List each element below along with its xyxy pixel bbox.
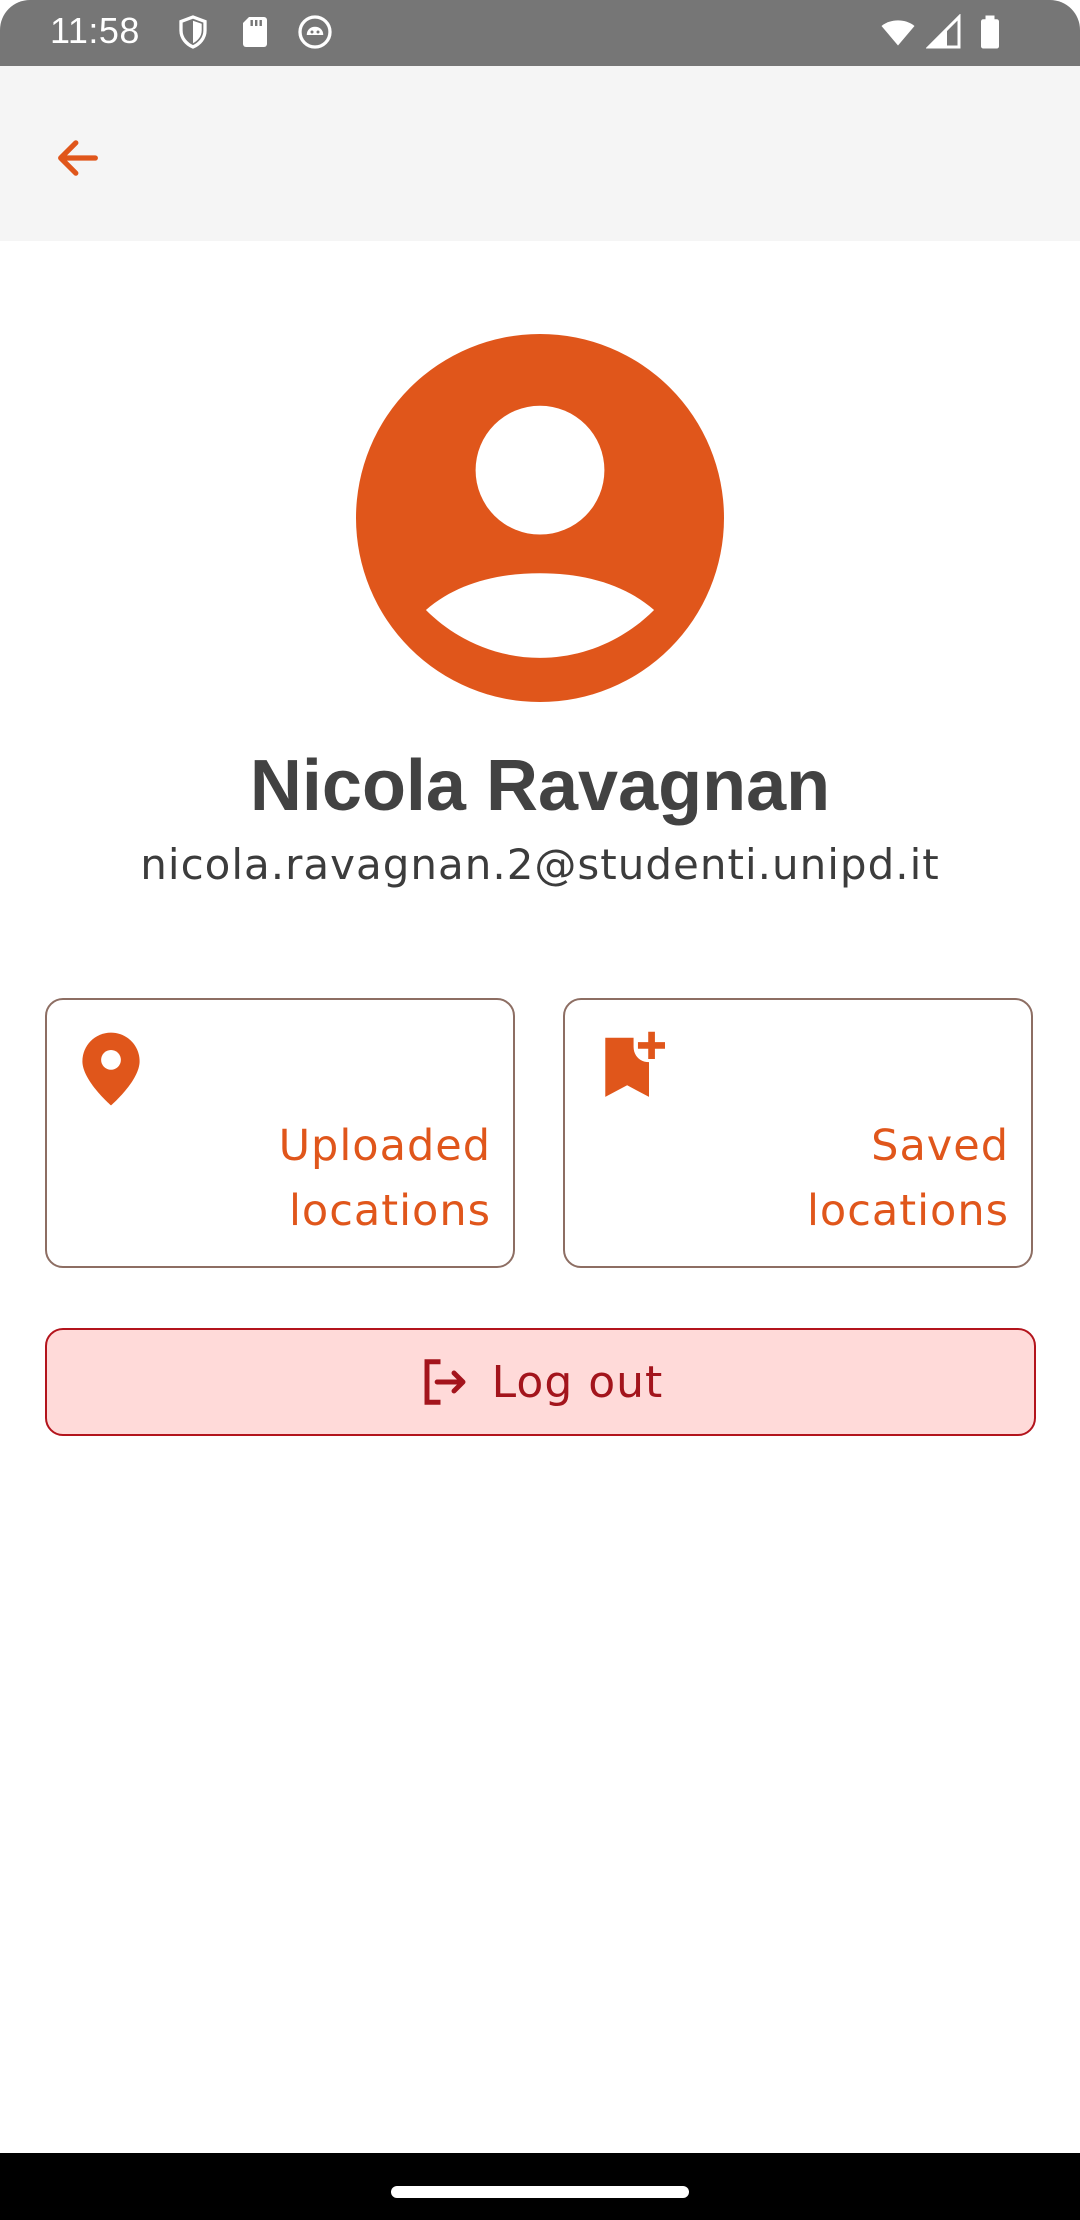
status-time: 11:58 — [50, 10, 140, 51]
shield-icon — [179, 15, 207, 49]
account-circle-icon — [356, 334, 724, 702]
uploaded-locations-label: Uploaded locations — [91, 1114, 491, 1244]
profile-email: nicola.ravagnan.2@studenti.unipd.it — [140, 840, 940, 889]
profile-screen: 11:58 Nicola Ravagnan nicola.ravagnan.2@… — [0, 0, 1080, 2220]
uploaded-label-line2: locations — [288, 1186, 491, 1236]
logout-icon — [424, 1359, 466, 1405]
status-bar: 11:58 — [0, 0, 1080, 66]
bookmark-add-icon — [605, 1031, 665, 1097]
location-pin-icon — [82, 1032, 140, 1106]
saved-label-line1: Saved — [871, 1121, 1009, 1171]
saved-locations-card[interactable]: Saved locations — [563, 998, 1033, 1268]
battery-icon — [981, 15, 999, 49]
cell-signal-icon — [926, 14, 961, 49]
saved-locations-label: Saved locations — [609, 1114, 1009, 1244]
back-button[interactable] — [38, 118, 118, 198]
profile-name: Nicola Ravagnan — [249, 746, 831, 826]
android-debug-icon — [298, 15, 332, 49]
home-indicator[interactable] — [391, 2186, 689, 2198]
logout-button[interactable]: Log out — [45, 1328, 1036, 1436]
logout-label: Log out — [491, 1356, 664, 1408]
uploaded-label-line1: Uploaded — [278, 1121, 491, 1171]
wifi-icon — [881, 20, 915, 46]
app-bar — [0, 66, 1080, 241]
uploaded-locations-card[interactable]: Uploaded locations — [45, 998, 515, 1268]
saved-label-line2: locations — [806, 1186, 1009, 1236]
arrow-back-icon — [58, 140, 98, 176]
sd-card-icon — [243, 17, 267, 47]
system-nav-bar — [0, 2153, 1080, 2220]
